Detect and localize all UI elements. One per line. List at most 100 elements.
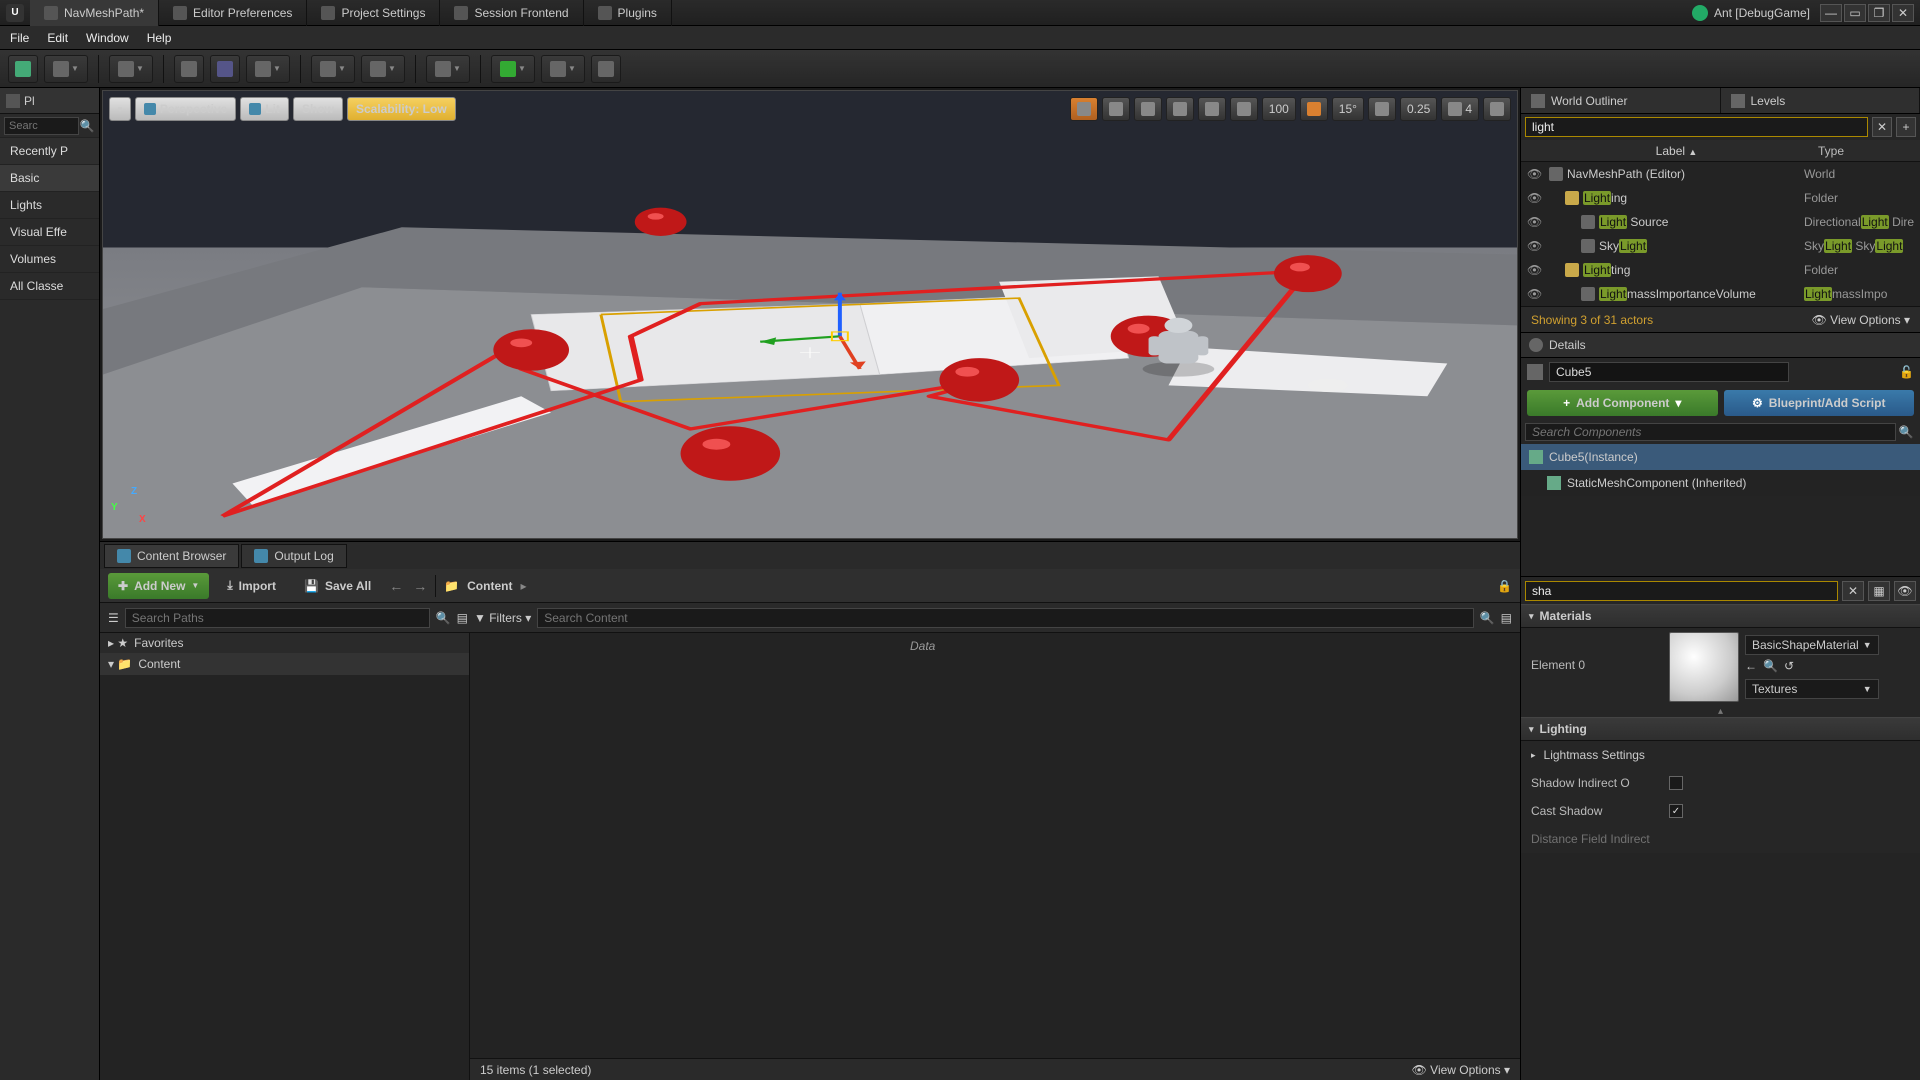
build-button[interactable]: ▼ [426,55,470,83]
shadow-indirect-checkbox[interactable] [1669,776,1683,790]
modes-button[interactable]: ▼ [109,55,153,83]
component-tree[interactable]: Cube5(Instance) StaticMeshComponent (Inh… [1521,444,1920,496]
outliner-row[interactable]: 👁Light SourceDirectionalLight Directiona… [1521,210,1920,234]
tab-content-browser[interactable]: Content Browser [104,544,239,568]
search-paths-input[interactable] [125,608,430,628]
menu-window[interactable]: Window [86,31,129,45]
component-root[interactable]: Cube5(Instance) [1521,444,1920,470]
menu-edit[interactable]: Edit [47,31,68,45]
material-dropdown[interactable]: BasicShapeMaterial▼ [1745,635,1879,655]
content-root[interactable]: ▾ 📁 Content [100,653,469,675]
window-minimize-button[interactable]: — [1820,4,1842,22]
transform-rotate-button[interactable] [1102,97,1130,121]
expand-icon[interactable]: ▴ [1521,706,1920,717]
eject-button[interactable] [591,55,621,83]
actor-name-input[interactable] [1549,362,1789,382]
filters-button[interactable]: ▼ Filters ▾ [474,611,531,625]
outliner-list[interactable]: 👁NavMeshPath (Editor)World👁LightingFolde… [1521,162,1920,306]
section-materials[interactable]: ▾Materials [1521,604,1920,628]
scale-snap-toggle[interactable] [1368,97,1396,121]
blueprints-button[interactable]: ▼ [311,55,355,83]
add-component-button[interactable]: + Add Component ▾ [1527,390,1718,416]
col-type[interactable]: Type [1810,144,1920,158]
title-tab-level[interactable]: NavMeshPath* [30,0,159,26]
title-tab-projectsettings[interactable]: Project Settings [307,0,440,26]
outliner-row[interactable]: 👁SkyLightSkyLight SkyLight [1521,234,1920,258]
property-view-options[interactable]: 👁 [1894,581,1916,601]
camera-speed-button[interactable]: 4 [1441,97,1479,121]
use-selected-icon[interactable]: ← [1745,659,1757,673]
favorites-header[interactable]: ▸ ★ Favorites [100,633,469,653]
clear-filter-button[interactable]: ✕ [1842,581,1864,601]
save-button[interactable] [8,55,38,83]
viewport-options-button[interactable]: ▼ [109,97,131,121]
component-static-mesh[interactable]: StaticMeshComponent (Inherited) [1521,470,1920,496]
view-list-icon[interactable]: ▤ [1501,611,1512,625]
add-new-button[interactable]: ✚Add New▼ [108,573,209,599]
visibility-icon[interactable]: 👁 [1527,167,1541,181]
outliner-row[interactable]: 👁LighttingFolder [1521,258,1920,282]
window-restore-button[interactable]: ❐ [1868,4,1890,22]
window-close-button[interactable]: ✕ [1892,4,1914,22]
menu-help[interactable]: Help [147,31,172,45]
source-control-button[interactable]: ▼ [44,55,88,83]
marketplace-button[interactable] [210,55,240,83]
visibility-icon[interactable]: 👁 [1527,239,1541,253]
breadcrumb-arrow-icon[interactable]: ▸ [520,579,526,593]
lock-icon[interactable]: 🔒 [1497,579,1512,593]
lit-button[interactable]: Lit [240,97,289,121]
import-button[interactable]: ⤓Import [217,573,286,599]
outliner-row[interactable]: 👁LightingFolder [1521,186,1920,210]
outliner-add-button[interactable]: + [1896,117,1916,137]
play-button[interactable]: ▼ [491,55,535,83]
title-tab-plugins[interactable]: Plugins [584,0,672,26]
title-tab-editorprefs[interactable]: Editor Preferences [159,0,307,26]
save-all-button[interactable]: 💾Save All [294,573,381,599]
scale-snap-value[interactable]: 0.25 [1400,97,1437,121]
lock-icon[interactable]: 🔓 [1899,365,1914,379]
search-components-input[interactable] [1525,423,1896,441]
col-label[interactable]: Label ▲ [1543,144,1810,158]
content-items-area[interactable]: Data [470,633,1520,1058]
material-thumbnail[interactable] [1669,632,1739,702]
nav-back-button[interactable]: ← [389,578,403,594]
lightmass-settings-label[interactable]: Lightmass Settings [1544,748,1645,762]
tab-details[interactable]: Details [1521,332,1920,358]
place-actors-search[interactable] [4,117,79,135]
browse-icon[interactable]: 🔍 [1763,659,1778,673]
cat-volumes[interactable]: Volumes [0,246,99,273]
nav-forward-button[interactable]: → [413,578,427,594]
visibility-icon[interactable]: 👁 [1527,263,1541,277]
angle-snap-toggle[interactable] [1300,97,1328,121]
title-tab-sessionfrontend[interactable]: Session Frontend [440,0,583,26]
visibility-icon[interactable]: 👁 [1527,287,1541,301]
settings-button[interactable]: ▼ [246,55,290,83]
transform-translate-button[interactable] [1070,97,1098,121]
cat-recently-placed[interactable]: Recently P [0,138,99,165]
blueprint-add-script-button[interactable]: ⚙ Blueprint/Add Script [1724,390,1915,416]
cat-visual-effects[interactable]: Visual Effe [0,219,99,246]
coord-space-button[interactable] [1166,97,1194,121]
show-button[interactable]: Show [293,97,343,121]
scalability-button[interactable]: Scalability: Low [347,97,456,121]
section-lighting[interactable]: ▾Lighting [1521,717,1920,741]
collapse-tree-icon[interactable]: ▤ [457,611,468,625]
viewport-maximize-button[interactable] [1483,97,1511,121]
tab-levels[interactable]: Levels [1721,88,1920,113]
outliner-view-options[interactable]: 👁 View Options ▾ [1812,313,1910,327]
menu-file[interactable]: File [10,31,29,45]
property-matrix-button[interactable]: ▦ [1868,581,1890,601]
visibility-icon[interactable]: 👁 [1527,215,1541,229]
launch-button[interactable]: ▼ [541,55,585,83]
view-options-button[interactable]: 👁 View Options ▾ [1412,1063,1510,1077]
search-content-input[interactable] [537,608,1473,628]
transform-scale-button[interactable] [1134,97,1162,121]
outliner-search-input[interactable] [1525,117,1868,137]
outliner-row[interactable]: 👁NavMeshPath (Editor)World [1521,162,1920,186]
cinematics-button[interactable]: ▼ [361,55,405,83]
tab-world-outliner[interactable]: World Outliner [1521,88,1721,113]
cast-shadow-checkbox[interactable] [1669,804,1683,818]
details-filter-input[interactable] [1525,581,1838,601]
textures-dropdown[interactable]: Textures▼ [1745,679,1879,699]
perspective-button[interactable]: Perspective [135,97,236,121]
